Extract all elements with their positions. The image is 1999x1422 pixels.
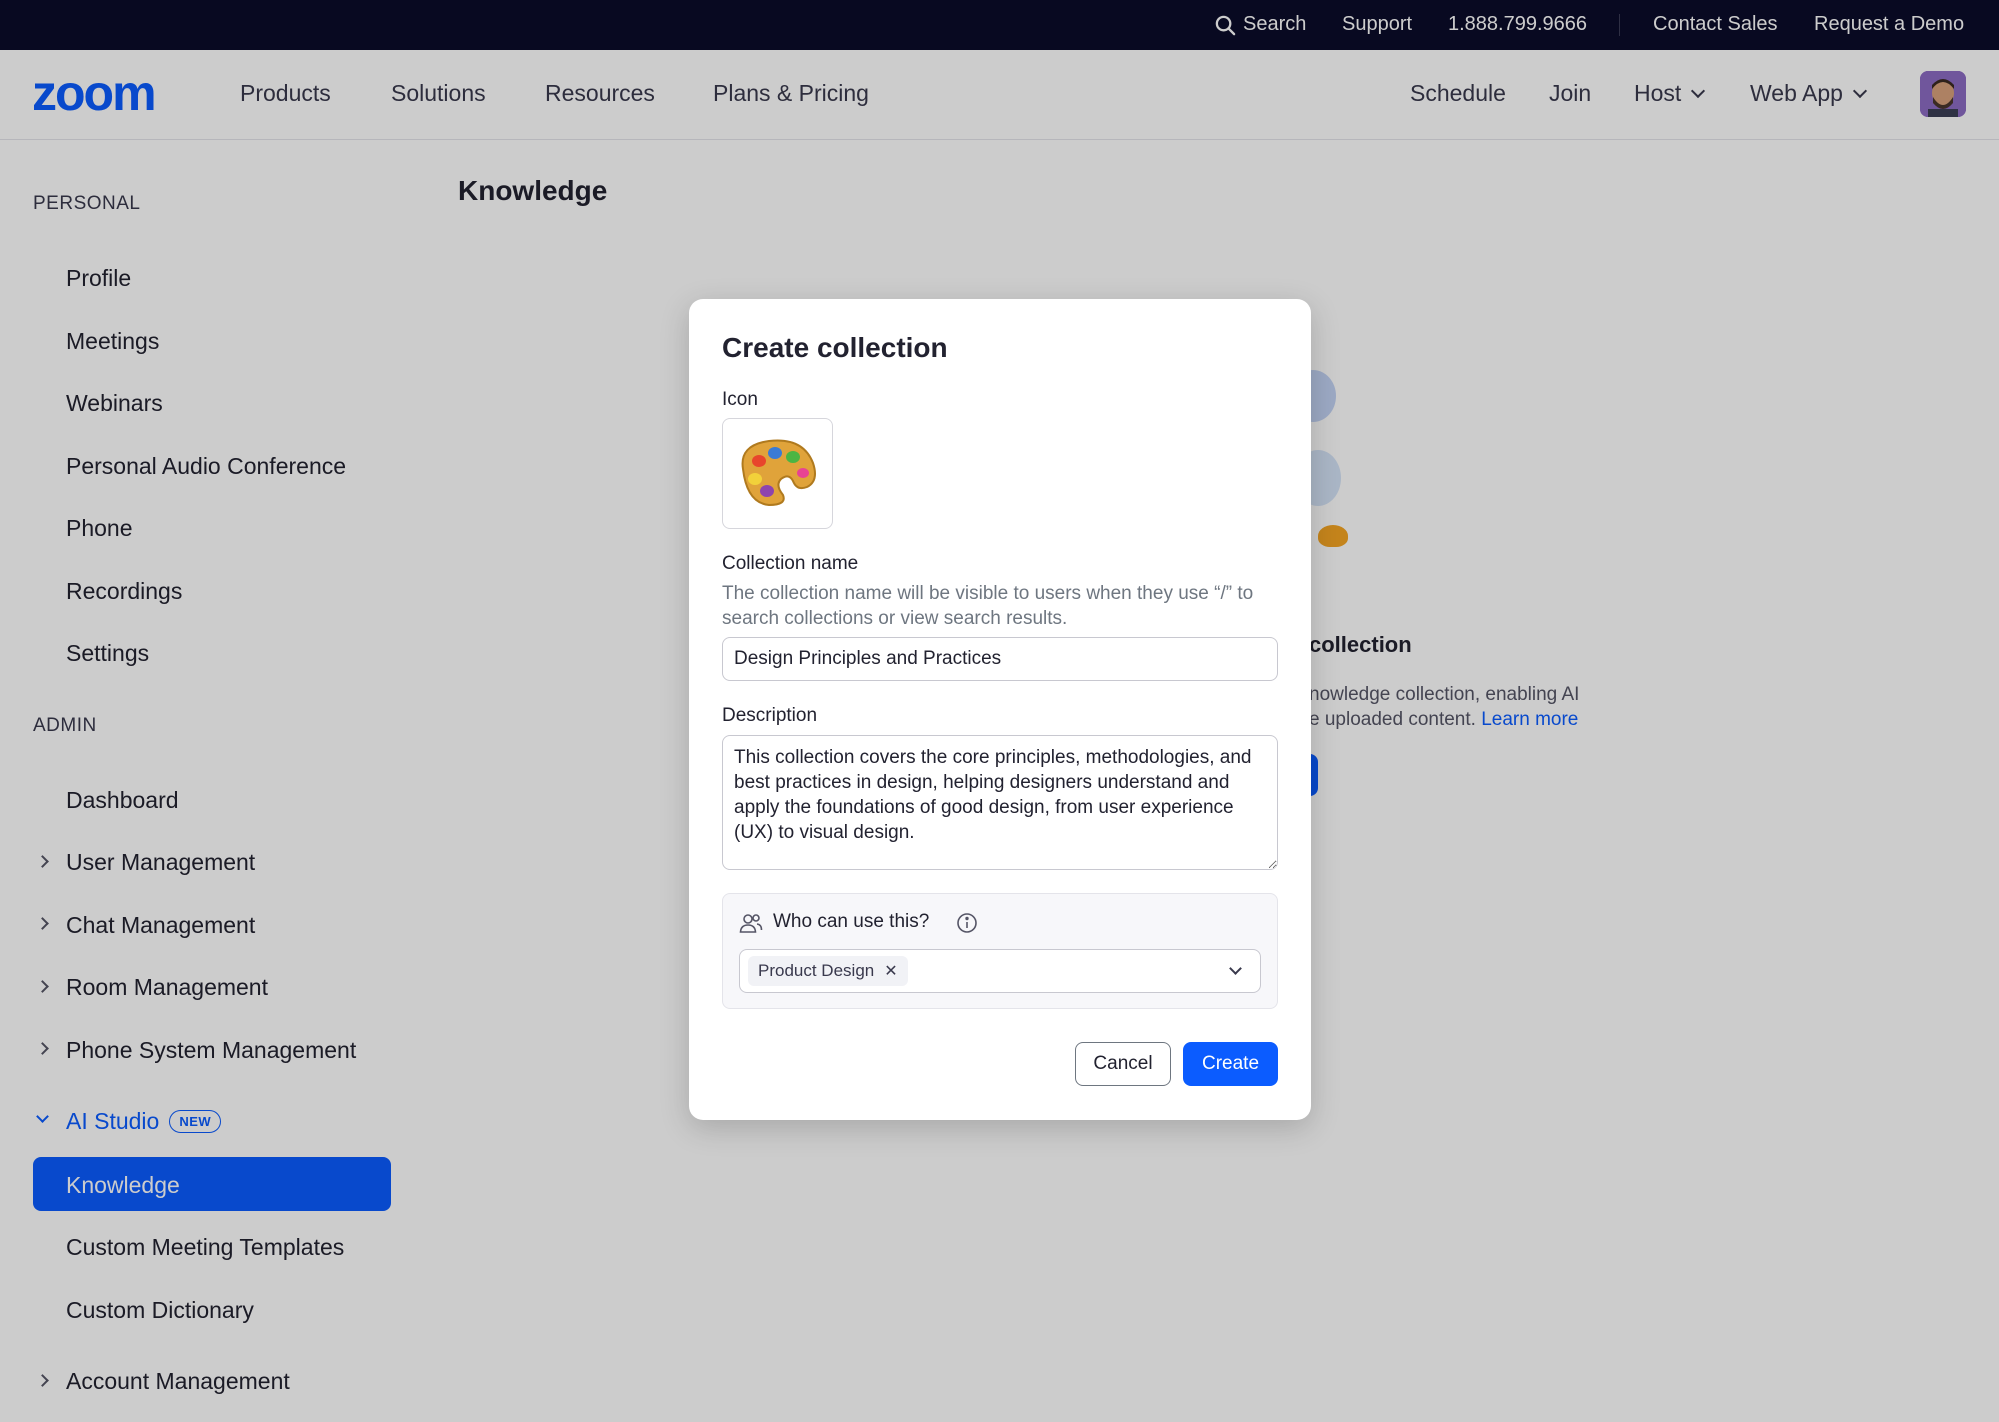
create-collection-dialog: Create collection Icon Collection name T… (689, 299, 1311, 1120)
dialog-title: Create collection (722, 332, 948, 363)
selected-chip: Product Design ✕ (748, 956, 908, 986)
collection-name-input[interactable] (722, 637, 1278, 681)
description-textarea[interactable]: This collection covers the core principl… (722, 735, 1278, 870)
collection-name-help: The collection name will be visible to u… (722, 583, 1254, 629)
info-icon[interactable] (956, 912, 978, 934)
icon-picker[interactable] (722, 418, 833, 529)
palette-icon (741, 439, 816, 507)
access-select[interactable]: Product Design ✕ (739, 949, 1261, 993)
people-icon (739, 914, 763, 933)
description-label: Description (722, 705, 818, 726)
selected-chip-label: Product Design (758, 961, 875, 980)
close-icon[interactable]: ✕ (884, 957, 897, 987)
create-button[interactable]: Create (1183, 1042, 1278, 1086)
collection-name-label: Collection name (722, 553, 859, 574)
access-label: Who can use this? (773, 911, 930, 932)
icon-label: Icon (722, 389, 758, 410)
access-section: Who can use this? Product Design ✕ (722, 893, 1278, 1009)
cancel-button[interactable]: Cancel (1075, 1042, 1171, 1086)
chevron-down-icon[interactable] (1229, 962, 1242, 975)
